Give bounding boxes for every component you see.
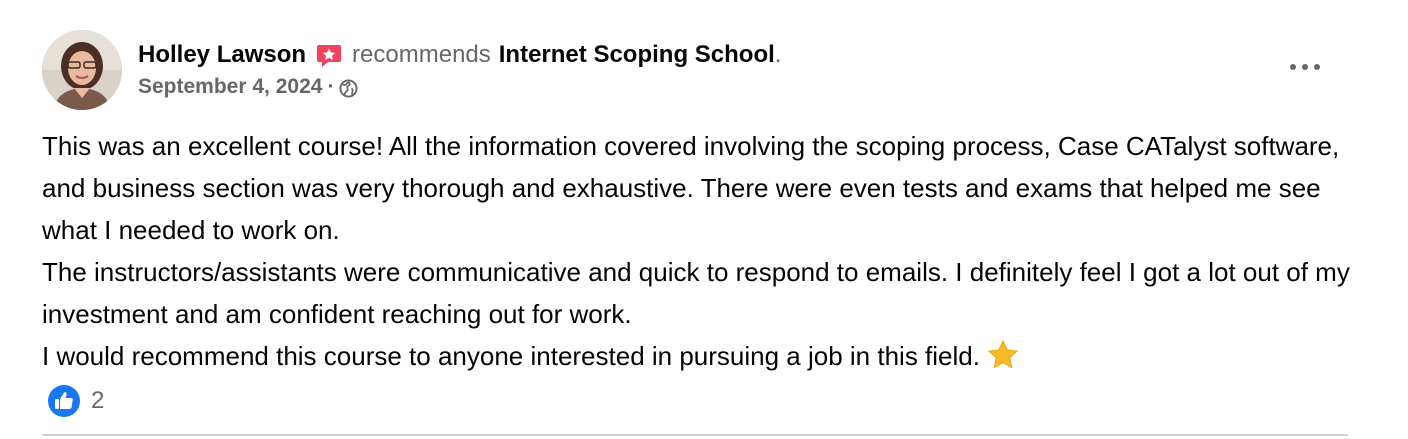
avatar[interactable] bbox=[42, 30, 122, 110]
like-count: 2 bbox=[91, 387, 105, 414]
post-date[interactable]: September 4, 2024 bbox=[138, 73, 322, 101]
more-options-button[interactable] bbox=[1284, 52, 1326, 82]
header-text: Holley Lawson recommends Internet Scopin… bbox=[138, 39, 781, 101]
like-icon bbox=[47, 384, 81, 418]
review-post: Holley Lawson recommends Internet Scopin… bbox=[0, 0, 1408, 439]
divider bbox=[42, 434, 1348, 436]
globe-icon[interactable] bbox=[339, 78, 358, 98]
star-icon bbox=[986, 338, 1020, 372]
recommend-badge-icon bbox=[316, 42, 342, 68]
body-paragraph-last: I would recommend this course to anyone … bbox=[42, 335, 1372, 377]
post-header: Holley Lawson recommends Internet Scopin… bbox=[42, 30, 781, 110]
avatar-photo bbox=[42, 30, 122, 110]
author-name[interactable]: Holley Lawson bbox=[138, 39, 306, 71]
title-line: Holley Lawson recommends Internet Scopin… bbox=[138, 39, 781, 71]
body-paragraph: This was an excellent course! All the in… bbox=[42, 131, 1340, 245]
recommends-verb: recommends bbox=[352, 41, 491, 68]
more-options-icon bbox=[1289, 58, 1321, 76]
post-body: This was an excellent course! All the in… bbox=[42, 125, 1372, 377]
body-paragraph-text: I would recommend this course to anyone … bbox=[42, 341, 980, 371]
page-name-link[interactable]: Internet Scoping School bbox=[499, 39, 775, 71]
meta-separator: · bbox=[327, 75, 335, 98]
post-meta: September 4, 2024 · bbox=[138, 73, 781, 101]
reactions-summary[interactable]: 2 bbox=[47, 384, 104, 418]
title-period: . bbox=[774, 41, 782, 68]
body-paragraph: The instructors/assistants were communic… bbox=[42, 257, 1350, 329]
